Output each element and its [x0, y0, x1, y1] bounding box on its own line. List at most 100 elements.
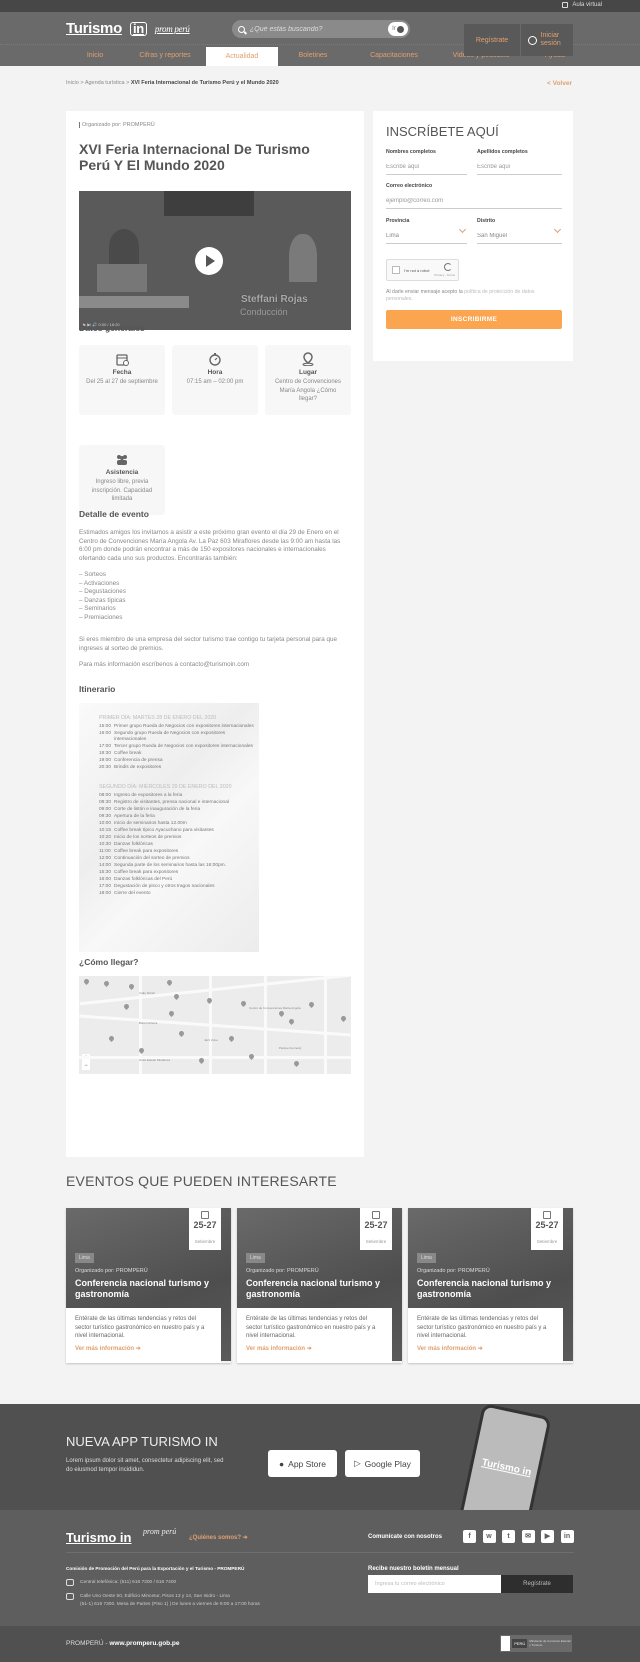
breadcrumb-home[interactable]: Inicio: [66, 80, 79, 86]
twitter-icon[interactable]: t: [502, 1530, 515, 1543]
footer-logo[interactable]: Turismo in: [66, 1530, 131, 1545]
site-header: Turismoinprom perú Ir Regístrate Iniciar…: [0, 12, 640, 56]
app-store-button[interactable]: ● App Store: [268, 1450, 337, 1477]
map-pin-icon[interactable]: [339, 1014, 348, 1023]
promperu-logo: prom perú: [154, 23, 190, 34]
turismo-in-logo[interactable]: Turismo in prom perú: [66, 20, 190, 37]
itinerary-row: 15:00 Primer grupo Rueda de Negocios con …: [99, 724, 254, 729]
phone-numbers: Central telefónica: (511) 616 7300 / 616…: [80, 1580, 177, 1585]
detail-list-item: – Degustaciones: [79, 588, 126, 595]
video-person-1: [109, 229, 139, 264]
back-link[interactable]: < Volver: [547, 80, 572, 87]
district-value[interactable]: [477, 233, 562, 239]
recaptcha-logo-icon: [444, 263, 452, 271]
nav-item-cifras-y-reportes[interactable]: Cifras y reportes: [124, 45, 206, 66]
map-pin-icon[interactable]: [227, 1034, 236, 1043]
submit-register-button[interactable]: INSCRIBIRME: [386, 310, 562, 329]
detail-list-item: – Seminarios: [79, 605, 116, 612]
breadcrumb-agenda[interactable]: Agenda turística: [85, 80, 125, 86]
facebook-icon[interactable]: f: [463, 1530, 476, 1543]
video-player[interactable]: Steffani Rojas Conducción ▶ ▶| 🔊 0:00 / …: [79, 191, 351, 330]
address: Calle Uno Oeste 50, Edificio Mincetur, P…: [80, 1594, 230, 1599]
itinerary-row: 20:30 Brindis de expositores: [99, 764, 162, 770]
email-icon[interactable]: ✉: [521, 1530, 535, 1543]
more-info-link[interactable]: Ver más información ➔: [246, 1345, 383, 1352]
search-go-button[interactable]: Ir: [388, 22, 408, 36]
event-card[interactable]: 25-27 Setiembre Lima Organizado por: PROMPE…: [408, 1208, 573, 1363]
itinerary-heading: Itinerario: [79, 684, 116, 694]
event-card[interactable]: 25-27 Setiembre Lima Organizado por: PROMPE…: [237, 1208, 402, 1363]
footer-promperu-logo: prom perú: [143, 1527, 177, 1536]
map-pin-icon[interactable]: [102, 979, 111, 988]
map-pin-icon[interactable]: [177, 1029, 186, 1038]
more-info-link[interactable]: Ver más información ➔: [417, 1345, 554, 1352]
map-pin-icon[interactable]: [122, 1002, 131, 1011]
province-select[interactable]: Provincia: [386, 218, 467, 244]
linkedin-icon[interactable]: in: [560, 1530, 574, 1543]
privacy-notice: Al darle enviar mensaje acepto la políti…: [386, 289, 535, 302]
footer-divider: [66, 1552, 574, 1553]
map-pin-icon[interactable]: [167, 1009, 176, 1018]
event-card-description: Entérate de las últimas tendencias y ret…: [417, 1316, 547, 1339]
play-store-icon: ▷: [354, 1458, 361, 1468]
top-utility-bar: Aula virtual: [0, 0, 640, 12]
first-name-input[interactable]: [386, 164, 467, 170]
map-pin-icon[interactable]: [127, 982, 136, 991]
map-pin-icon[interactable]: [82, 977, 91, 986]
event-card[interactable]: 25-27 Setiembre Lima Organizado por: PROMPE…: [66, 1208, 231, 1363]
itinerary-row: 18:00 Cierre del evento: [99, 890, 151, 896]
itinerary-row: 08:30 Registro de visitantes, prensa naci…: [99, 800, 229, 806]
map-street: [264, 976, 267, 1074]
login-button[interactable]: Iniciar sesión: [521, 24, 573, 56]
contact-label: Comunícate con nosotros: [368, 1534, 443, 1540]
map-pin-icon[interactable]: [239, 999, 248, 1008]
event-content: Organizado por: PROMPERÚ XVI Feria Inter…: [66, 111, 364, 1157]
nav-item-actualidad[interactable]: Actualidad: [206, 47, 278, 66]
newsletter-register-button[interactable]: Regístrate: [501, 1575, 573, 1593]
promperu-url[interactable]: PROMPERÚ - www.promperu.gob.pe: [66, 1640, 180, 1647]
nav-item-boletines[interactable]: Boletines: [278, 45, 348, 66]
district-select[interactable]: Distrito: [477, 218, 562, 244]
youtube-icon[interactable]: ▶: [541, 1530, 554, 1543]
coat-of-arms-icon: [501, 1636, 511, 1651]
location-tag: Lima: [75, 1253, 94, 1263]
map-pin-icon[interactable]: [277, 1009, 286, 1018]
event-card-description: Entérate de las últimas tendencias y ret…: [75, 1316, 205, 1339]
nav-item-inicio[interactable]: Inicio: [66, 45, 124, 66]
more-info-link[interactable]: Ver más información ➔: [75, 1345, 212, 1352]
search-input[interactable]: [250, 25, 380, 33]
map-pin-icon[interactable]: [287, 1017, 296, 1026]
video-caption-role: Conducción: [240, 307, 288, 317]
last-name-input[interactable]: [477, 164, 562, 170]
location-tag: Lima: [417, 1253, 436, 1263]
video-person-2: [289, 234, 317, 282]
map-pin-icon[interactable]: [307, 1000, 316, 1009]
phone-icon: [66, 1579, 74, 1586]
itinerary-day: PRIMER DÍA: MARTES 28 DE ENERO DEL 2020: [99, 715, 217, 721]
registration-form: INSCRÍBETE AQUÍ Nombres completos Apelli…: [373, 111, 573, 361]
map-pin-icon[interactable]: [107, 1034, 116, 1043]
org-name: Comisión de Promoción del Perú para la E…: [66, 1566, 245, 1571]
recaptcha-checkbox[interactable]: [392, 266, 400, 274]
register-button[interactable]: Regístrate: [464, 24, 520, 56]
app-promo: NUEVA APP TURISMO IN Lorem ipsum dolor s…: [0, 1403, 640, 1535]
detail-list-item: – Sorteos: [79, 571, 106, 578]
province-value[interactable]: [386, 233, 467, 239]
email-input[interactable]: [386, 198, 562, 204]
location-map[interactable]: +− Calle SchellCentro de Convenciones Ma…: [79, 976, 351, 1074]
google-play-button[interactable]: ▷ Google Play: [345, 1450, 420, 1477]
organizer: Organizado por: PROMPERÚ: [79, 122, 155, 128]
nav-item-capacitaciones[interactable]: Capacitaciones: [348, 45, 440, 66]
itinerary-row: 11:00 Coffee break para expositores: [99, 848, 179, 854]
newsletter-email-input[interactable]: [368, 1575, 501, 1593]
event-detail-text: Estimados amigos los invitamos a asistir…: [79, 529, 347, 678]
map-pin-icon[interactable]: [165, 978, 174, 987]
about-us-link[interactable]: ¿Quiénes somos? ➔: [189, 1534, 248, 1541]
map-pin-icon[interactable]: [292, 1059, 301, 1068]
itinerary-row: 14:00 Segunda parte de los seminarios has…: [99, 862, 226, 868]
aula-virtual-link[interactable]: Aula virtual: [562, 2, 602, 8]
whatsapp-icon[interactable]: w: [482, 1530, 496, 1543]
itinerary-row: 09:00 Corte de listón e inauguración de l…: [99, 807, 201, 813]
play-icon[interactable]: [195, 247, 223, 275]
itinerary-row: 10:20 Inicio de los sorteos de premios: [99, 835, 182, 841]
